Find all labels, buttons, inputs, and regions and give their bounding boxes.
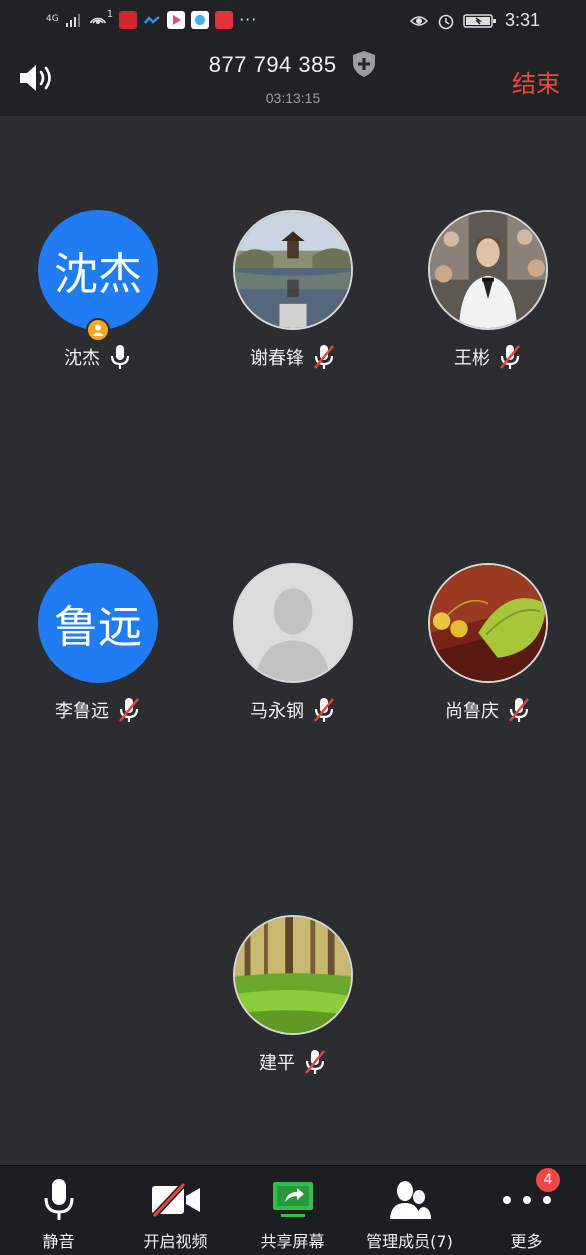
share-screen-label: 共享屏幕	[260, 1232, 325, 1251]
alarm-icon	[438, 14, 454, 29]
participant-name-row: 谢春锋	[203, 344, 383, 370]
avatar	[428, 563, 548, 683]
mic-muted-icon	[500, 345, 520, 369]
manage-members-label: 管理成员(7)	[366, 1232, 453, 1251]
status-left: 4G 1 ···	[46, 9, 258, 29]
mic-muted-icon	[509, 698, 529, 722]
participant-name: 王彬	[454, 348, 490, 369]
meeting-toolbar: 静音 开启视频 共享屏幕 管理成员(7) 4 更多	[0, 1165, 586, 1255]
book-app-icon	[215, 10, 234, 29]
sim-indicator: 1	[106, 9, 114, 20]
app-blue-icon	[191, 10, 210, 29]
members-icon	[389, 1181, 431, 1219]
notification-badge: 4	[536, 1168, 560, 1192]
start-video-label: 开启视频	[143, 1232, 208, 1251]
mic-muted-icon	[314, 698, 334, 722]
participant-tile[interactable]: 尚鲁庆	[398, 563, 578, 723]
participant-name: 李鲁远	[55, 701, 109, 722]
participant-name-row: 沈杰	[8, 344, 188, 370]
participant-name-row: 建平	[203, 1049, 383, 1075]
microphone-icon	[44, 1179, 73, 1220]
share-screen-button[interactable]: 共享屏幕	[234, 1166, 351, 1255]
default-user-icon	[235, 565, 351, 681]
mic-muted-icon	[314, 345, 334, 369]
participant-tile[interactable]: 马永钢	[203, 563, 383, 723]
ginkgo-photo	[430, 565, 546, 681]
avatar	[233, 563, 353, 683]
more-label: 更多	[510, 1232, 543, 1251]
shield-icon[interactable]	[351, 50, 377, 78]
participant-tile[interactable]: 建平	[203, 915, 383, 1075]
recorder-app-icon	[119, 10, 138, 29]
more-notifications: ···	[239, 10, 258, 29]
start-video-button[interactable]: 开启视频	[117, 1166, 234, 1255]
participant-name: 马永钢	[250, 701, 304, 722]
video-off-icon	[151, 1182, 200, 1218]
participant-name-row: 马永钢	[203, 697, 383, 723]
status-right: 3:31	[409, 10, 540, 31]
avatar-initials: 沈杰	[54, 249, 142, 300]
avatar-initials: 鲁远	[54, 602, 142, 653]
more-button[interactable]: 4 更多	[468, 1166, 585, 1255]
forest-photo	[235, 917, 351, 1033]
participant-name: 谢春锋	[250, 348, 304, 369]
participant-tile[interactable]: 沈杰 沈杰	[8, 210, 188, 370]
participant-tile[interactable]: 鲁远 李鲁远	[8, 563, 188, 723]
mute-label: 静音	[42, 1232, 75, 1251]
participant-name: 沈杰	[64, 348, 100, 369]
participant-name: 尚鲁庆	[445, 701, 499, 722]
meeting-duration: 03:13:15	[265, 90, 321, 106]
participant-name-row: 尚鲁庆	[398, 697, 578, 723]
meeting-header: 877 794 385 03:13:15 结束	[0, 42, 586, 116]
participant-name-row: 李鲁远	[8, 697, 188, 723]
mic-muted-icon	[305, 1050, 325, 1074]
battery-icon	[463, 13, 496, 28]
hotspot-icon	[89, 17, 106, 24]
avatar	[428, 210, 548, 330]
network-label: 4G	[46, 14, 59, 24]
eye-icon	[409, 15, 429, 26]
status-bar: 4G 1 ··· 3:31	[0, 0, 586, 42]
signal-icon	[65, 13, 80, 27]
host-badge-icon	[86, 318, 110, 342]
participant-name: 建平	[259, 1053, 295, 1074]
video-app-icon	[167, 10, 186, 29]
participant-tile[interactable]: 谢春锋	[203, 210, 383, 370]
participant-tile[interactable]: 王彬	[398, 210, 578, 370]
meeting-id[interactable]: 877 794 385	[209, 52, 337, 78]
app-wave-icon	[144, 15, 160, 24]
avatar: 鲁远	[38, 563, 158, 683]
meeting-id-row: 877 794 385	[0, 50, 586, 78]
avatar	[233, 210, 353, 330]
more-dots-icon	[502, 1196, 551, 1204]
mic-muted-icon	[119, 698, 139, 722]
manage-members-button[interactable]: 管理成员(7)	[351, 1166, 468, 1255]
pavilion-photo	[235, 212, 351, 328]
share-screen-icon	[272, 1182, 313, 1217]
participant-name-row: 王彬	[398, 344, 578, 370]
mic-on-icon	[110, 345, 130, 369]
end-meeting-button[interactable]: 结束	[512, 64, 560, 99]
avatar: 沈杰	[38, 210, 158, 342]
mute-button[interactable]: 静音	[0, 1166, 117, 1255]
avatar	[233, 915, 353, 1035]
clock: 3:31	[504, 10, 540, 30]
person-photo	[430, 212, 546, 328]
